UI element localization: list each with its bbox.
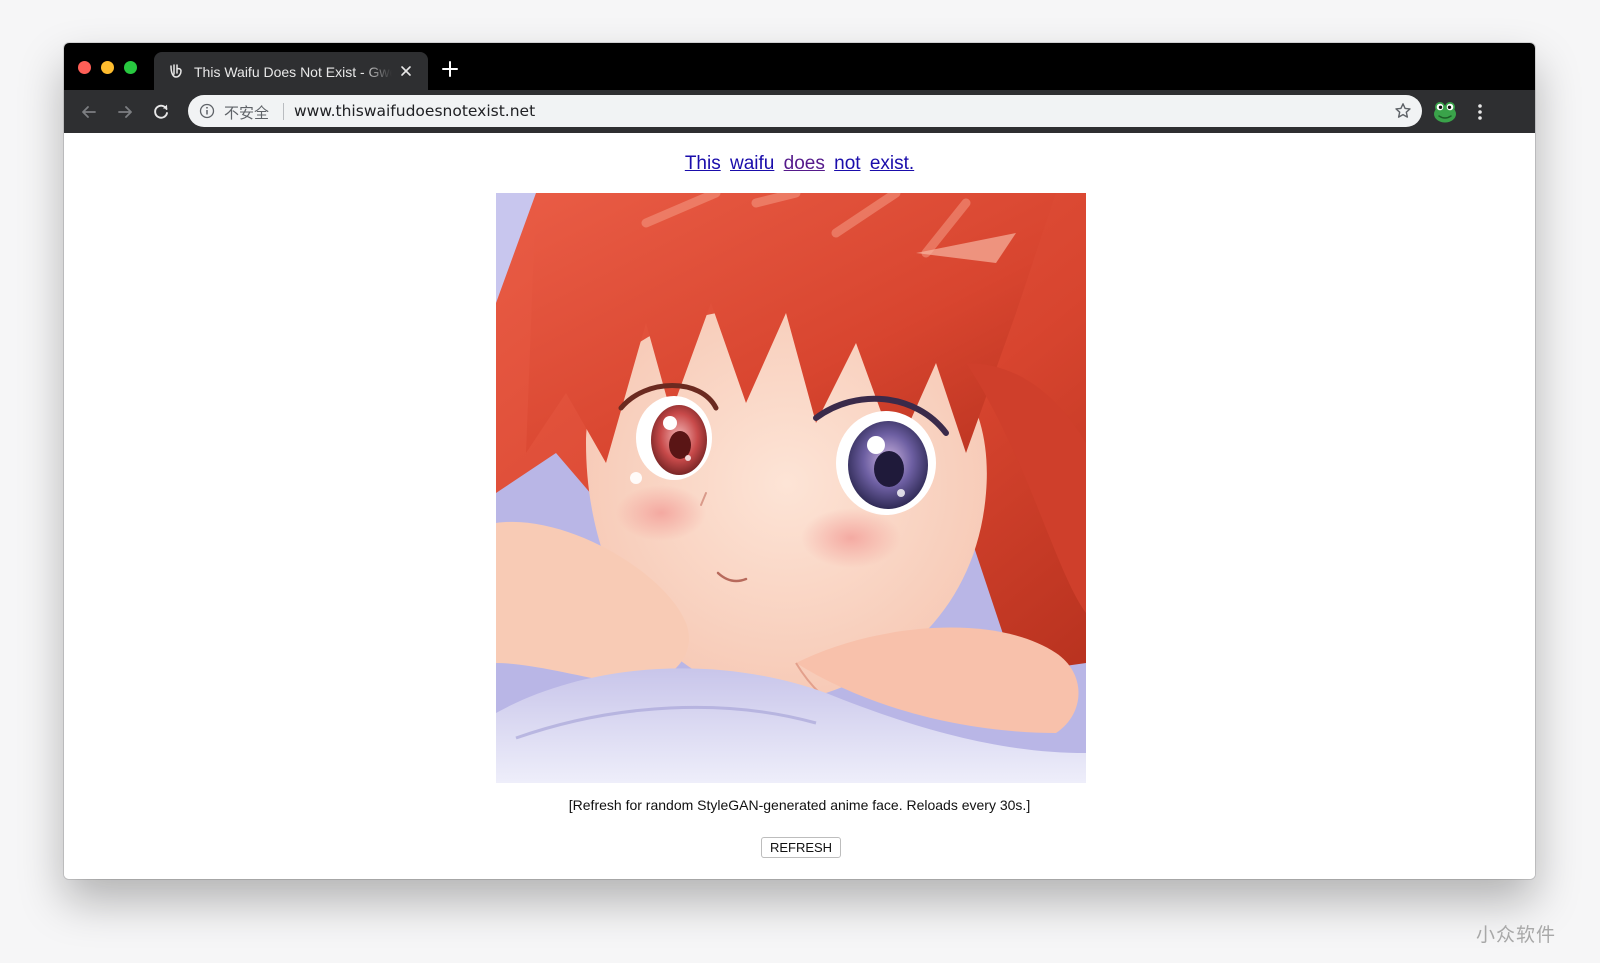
more-menu-icon[interactable] [1470,102,1490,122]
minimize-window-button[interactable] [101,61,114,74]
tab-strip: This Waifu Does Not Exist - Gwern [64,43,1535,92]
not-secure-label: 不安全 [224,105,270,122]
forward-arrow-icon[interactable] [115,102,135,122]
tab-title: This Waifu Does Not Exist - Gwern [194,64,392,80]
heading-link-exist[interactable]: exist. [870,153,914,174]
info-icon[interactable] [199,103,215,119]
active-tab[interactable]: This Waifu Does Not Exist - Gwern [154,52,428,92]
generated-anime-face-image [496,193,1086,783]
frog-extension-icon[interactable] [1432,98,1458,124]
gwern-favicon-icon [170,64,182,78]
heading-link-waifu[interactable]: waifu [730,153,774,174]
heading-link-this[interactable]: This [685,153,721,174]
bookmark-star-icon[interactable] [1394,102,1412,120]
address-bar[interactable]: 不安全 www.thiswaifudoesnotexist.net [188,95,1422,127]
heading-link-not[interactable]: not [834,153,860,174]
refresh-button[interactable]: REFRESH [761,837,841,858]
url-text[interactable]: www.thiswaifudoesnotexist.net [294,102,535,120]
watermark-text: 小众软件 [1476,924,1557,946]
back-arrow-icon[interactable] [79,102,99,122]
reload-icon[interactable] [151,102,171,122]
heading-link-does[interactable]: does [784,153,825,174]
new-tab-icon[interactable] [442,61,458,77]
browser-toolbar: 不安全 www.thiswaifudoesnotexist.net [64,90,1535,133]
caption-text: [Refresh for random StyleGAN-generated a… [568,797,1031,813]
page-heading: This waifu does not exist. [64,153,1535,175]
maximize-window-button[interactable] [124,61,137,74]
tab-close-icon[interactable] [398,63,414,79]
browser-window: This Waifu Does Not Exist - Gwern 不安全 ww… [64,43,1535,879]
close-window-button[interactable] [78,61,91,74]
web-page: This waifu does not exist. [Refresh for … [64,133,1535,879]
address-divider [283,103,284,120]
